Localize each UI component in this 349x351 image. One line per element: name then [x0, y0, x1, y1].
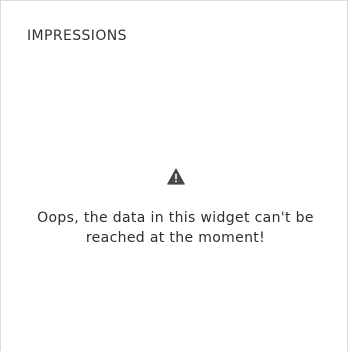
widget-title: IMPRESSIONS [27, 28, 127, 44]
impressions-widget: IMPRESSIONS Oops, the data in this widge… [0, 0, 348, 351]
error-message-line-1: Oops, the data in this widget can't be [37, 210, 314, 226]
warning-icon [167, 168, 185, 185]
error-message: Oops, the data in this widget can't be r… [1, 208, 349, 248]
error-message-line-2: reached at the moment! [85, 230, 266, 246]
